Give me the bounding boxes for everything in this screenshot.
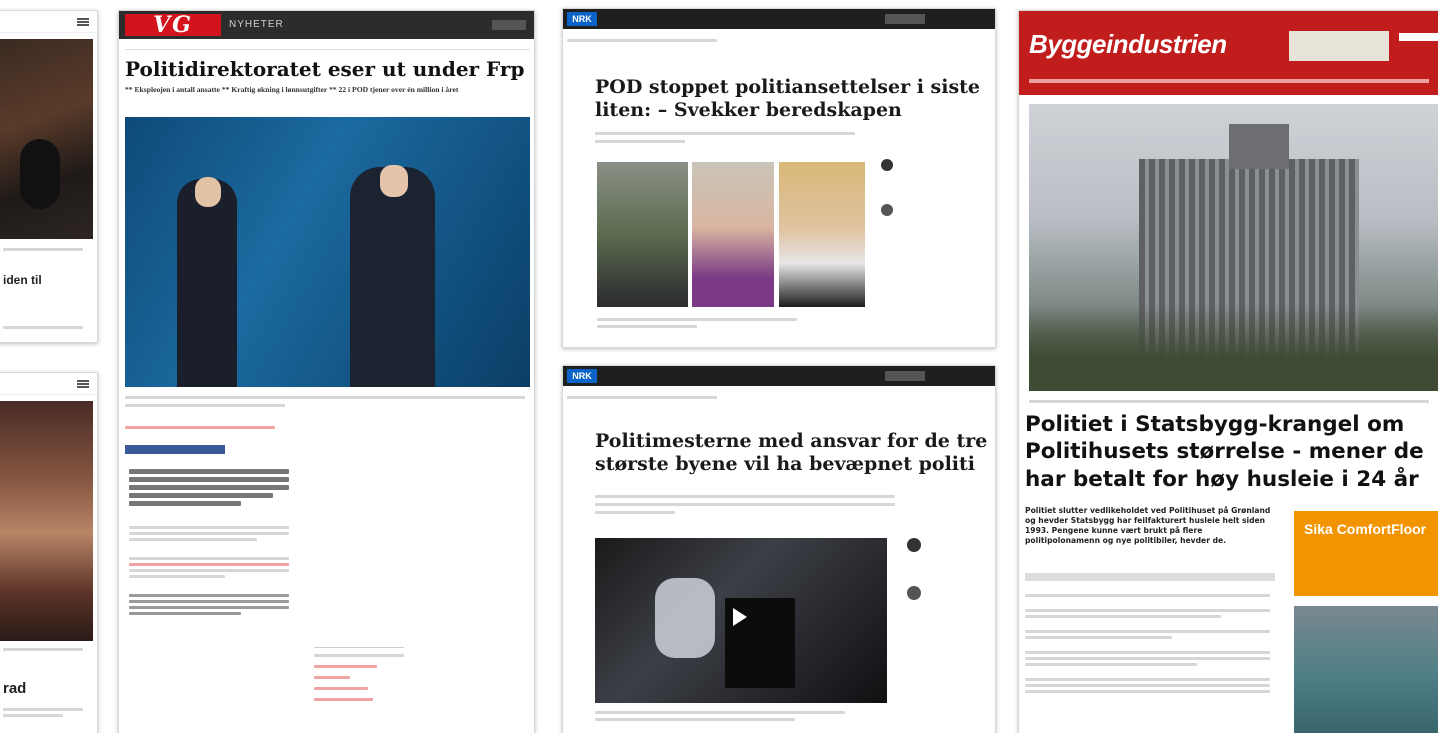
nrk-logo: NRK bbox=[567, 12, 597, 26]
article-screenshot-left-top: iden til bbox=[0, 10, 98, 343]
portrait-photo-3 bbox=[779, 162, 865, 307]
nrk-headline: Politimesterne med ansvar for de tre stø… bbox=[595, 430, 988, 475]
bi-headline: Politiet i Statsbygg-krangel om Politihu… bbox=[1025, 412, 1424, 492]
play-icon[interactable] bbox=[733, 608, 747, 626]
nrk-article-screenshot-top: NRK POD stoppet politiansettelser i sist… bbox=[562, 8, 996, 348]
nrk-toolbar-icons bbox=[885, 14, 925, 24]
bi-header: Byggeindustrien bbox=[1019, 11, 1438, 95]
nrk-logo: NRK bbox=[567, 369, 597, 383]
nrk-toolbar-icons bbox=[885, 371, 925, 381]
vg-toolbar-icons bbox=[492, 20, 526, 30]
bi-sidebar-ad[interactable]: Sika ComfortFloor bbox=[1294, 511, 1438, 596]
vg-subnav bbox=[125, 44, 530, 50]
headline-fragment: rad bbox=[3, 680, 27, 697]
vg-related-box bbox=[314, 647, 404, 733]
nrk-article-screenshot-bottom: NRK Politimesterne med ansvar for de tre… bbox=[562, 365, 996, 733]
bi-share-bar[interactable] bbox=[1025, 573, 1275, 581]
author-avatar bbox=[907, 538, 921, 552]
vg-top-bar: VG NYHETER bbox=[119, 11, 534, 39]
vg-subheadline: ** Ekspleojen i antall ansatte ** Krafti… bbox=[125, 85, 459, 94]
card-header bbox=[0, 11, 97, 33]
vg-article-screenshot: VG NYHETER Politidirektoratet eser ut un… bbox=[118, 10, 535, 733]
video-player[interactable] bbox=[595, 538, 887, 703]
bi-nav bbox=[1029, 79, 1429, 83]
bi-sidebar-photo[interactable] bbox=[1294, 606, 1438, 733]
share-buttons[interactable] bbox=[125, 445, 225, 454]
author-avatar bbox=[881, 204, 893, 216]
author-avatar bbox=[907, 586, 921, 600]
vg-photo bbox=[125, 117, 530, 387]
nrk-headline: POD stoppet politiansettelser i siste li… bbox=[595, 76, 981, 121]
bi-header-ad bbox=[1289, 31, 1389, 61]
nrk-top-bar: NRK bbox=[563, 366, 995, 386]
article-photo bbox=[0, 39, 93, 239]
author-avatar bbox=[881, 159, 893, 171]
vg-logo: VG bbox=[125, 14, 221, 36]
nrk-top-bar: NRK bbox=[563, 9, 995, 29]
headline-fragment: iden til bbox=[3, 273, 42, 287]
bi-search-input[interactable] bbox=[1399, 33, 1438, 41]
bi-lead: Politiet slutter vedlikeholdet ved Polit… bbox=[1025, 506, 1271, 545]
menu-icon bbox=[77, 18, 89, 20]
portrait-photo-2 bbox=[692, 162, 774, 307]
vg-section-label: NYHETER bbox=[229, 19, 284, 30]
portrait-photo-1 bbox=[597, 162, 688, 307]
byggeindustrien-article-screenshot: Byggeindustrien Politiet i Statsbygg-kra… bbox=[1018, 10, 1438, 733]
article-photo bbox=[0, 401, 93, 641]
bi-logo: Byggeindustrien bbox=[1029, 29, 1227, 59]
vg-headline: Politidirektoratet eser ut under Frp bbox=[125, 57, 525, 81]
card-header bbox=[0, 373, 97, 395]
article-screenshot-left-bottom: rad bbox=[0, 372, 98, 733]
bi-photo bbox=[1029, 104, 1438, 391]
menu-icon bbox=[77, 380, 89, 382]
bi-body-text bbox=[1025, 591, 1270, 696]
bi-ad-title: Sika ComfortFloor bbox=[1304, 521, 1427, 537]
vg-body-text bbox=[129, 466, 289, 618]
